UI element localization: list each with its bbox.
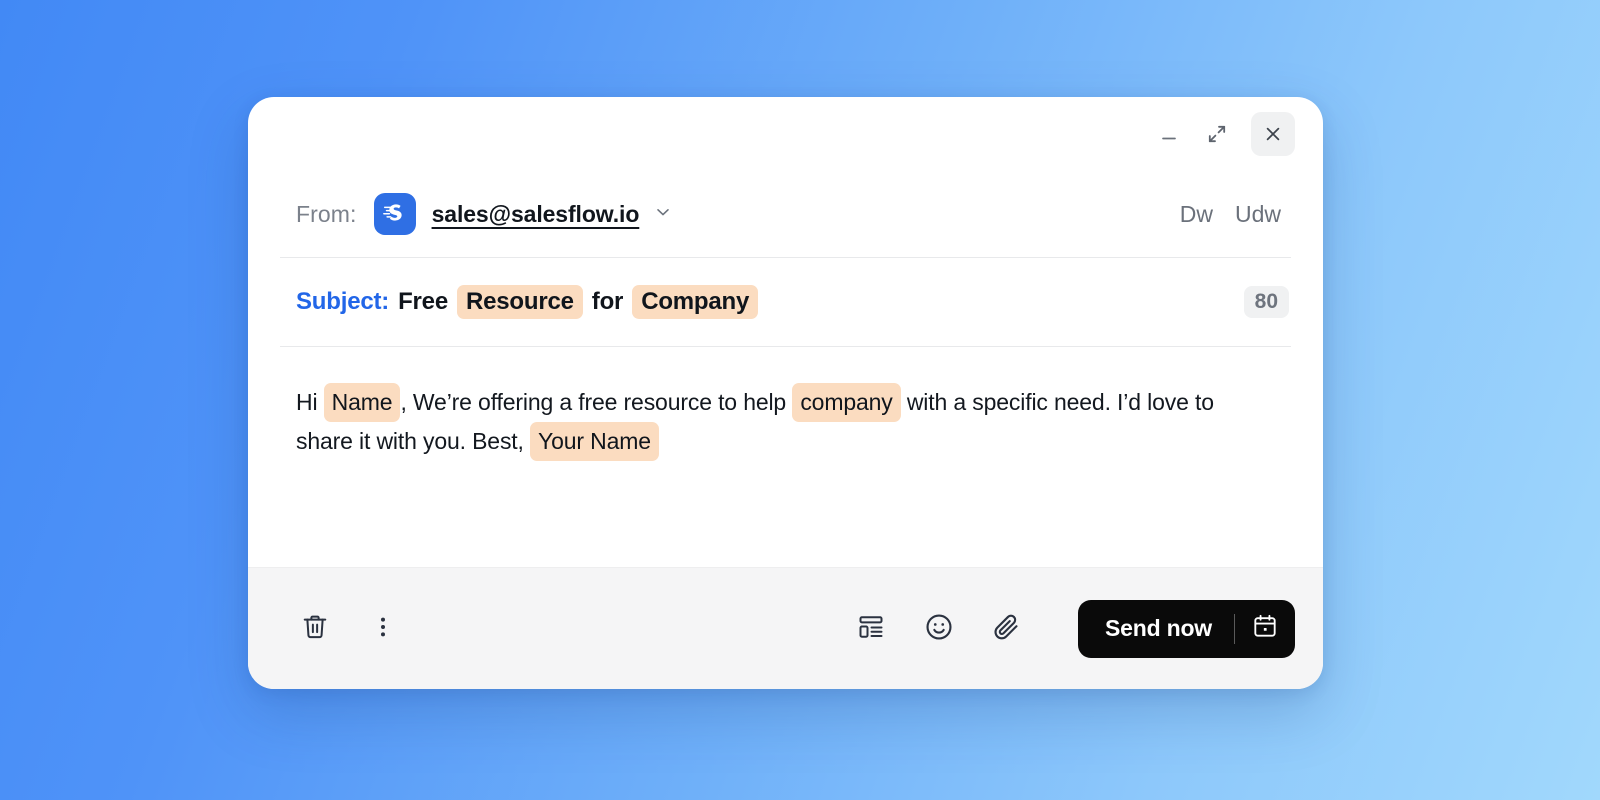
message-body-area[interactable]: Hi Name, We’re offering a free resource … bbox=[248, 347, 1323, 567]
close-button[interactable] bbox=[1251, 112, 1295, 156]
attachment-button[interactable] bbox=[984, 606, 1030, 652]
more-vertical-icon bbox=[370, 614, 396, 643]
send-now-button[interactable]: Send now bbox=[1078, 615, 1234, 642]
toolbar-right-group: Send now bbox=[848, 599, 1295, 658]
toolbar-left-group bbox=[292, 606, 406, 652]
delete-draft-button[interactable] bbox=[292, 606, 338, 652]
minimize-button[interactable] bbox=[1147, 112, 1191, 156]
dw-action[interactable]: Dw bbox=[1180, 201, 1213, 228]
expand-icon bbox=[1205, 122, 1229, 146]
text-run: for bbox=[591, 288, 624, 315]
subject-input[interactable]: Free Resource for Company bbox=[398, 285, 767, 319]
emoji-button[interactable] bbox=[916, 606, 962, 652]
layout-template-icon bbox=[856, 612, 886, 645]
paperclip-icon bbox=[991, 611, 1023, 646]
expand-button[interactable] bbox=[1195, 112, 1239, 156]
from-dropdown-button[interactable] bbox=[653, 202, 673, 227]
from-email-address[interactable]: sales@salesflow.io bbox=[432, 201, 640, 228]
body-token[interactable]: Name bbox=[323, 383, 401, 422]
subject-label: Subject: bbox=[296, 288, 390, 315]
smiley-icon bbox=[923, 611, 955, 646]
body-token[interactable]: company bbox=[792, 383, 901, 422]
more-options-button[interactable] bbox=[360, 606, 406, 652]
udw-action[interactable]: Udw bbox=[1235, 201, 1281, 228]
text-run: , We’re offering a free resource to help bbox=[400, 389, 793, 415]
compose-toolbar: Send now bbox=[248, 567, 1323, 689]
send-button-group[interactable]: Send now bbox=[1077, 599, 1295, 658]
text-run: Free bbox=[398, 288, 448, 315]
salesflow-logo-icon bbox=[381, 198, 408, 230]
minimize-icon bbox=[1158, 123, 1180, 145]
from-row: From: sales@salesflow.io Dw Udw bbox=[248, 171, 1323, 257]
message-body-text[interactable]: Hi Name, We’re offering a free resource … bbox=[296, 383, 1275, 461]
schedule-send-button[interactable] bbox=[1235, 600, 1295, 658]
trash-icon bbox=[300, 612, 330, 645]
character-count-badge: 80 bbox=[1243, 286, 1289, 318]
close-icon bbox=[1262, 123, 1284, 145]
template-button[interactable] bbox=[848, 606, 894, 652]
from-label: From: bbox=[296, 200, 357, 227]
body-token[interactable]: Your Name bbox=[530, 422, 659, 461]
compose-window: From: sales@salesflow.io Dw Udw Subject:… bbox=[248, 97, 1323, 689]
text-run: Hi bbox=[296, 389, 324, 415]
calendar-icon bbox=[1251, 612, 1279, 645]
window-title-bar bbox=[248, 97, 1323, 171]
subject-token[interactable]: Resource bbox=[456, 285, 583, 319]
subject-row: Subject: Free Resource for Company 80 bbox=[248, 258, 1323, 346]
sender-avatar bbox=[373, 193, 416, 235]
chevron-down-icon bbox=[653, 202, 673, 227]
subject-token[interactable]: Company bbox=[632, 285, 759, 319]
from-right-actions: Dw Udw bbox=[1180, 201, 1289, 228]
